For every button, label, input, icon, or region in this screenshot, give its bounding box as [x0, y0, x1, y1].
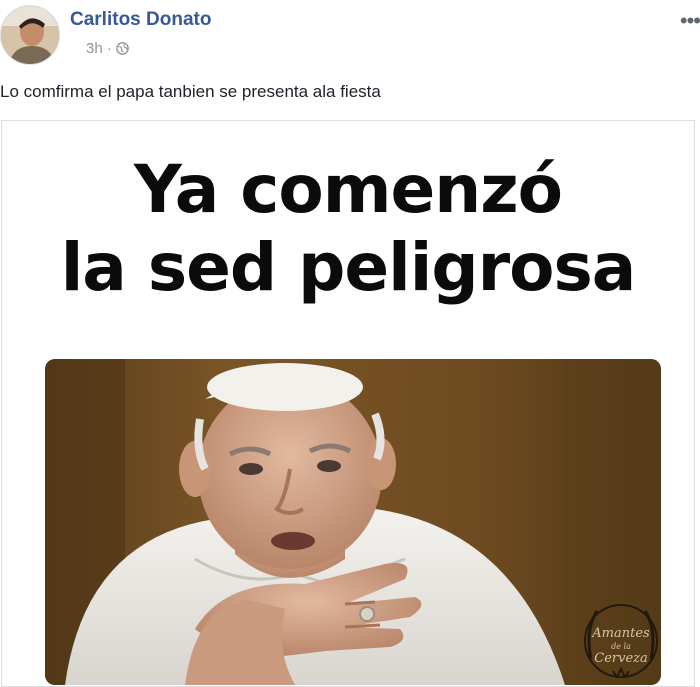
post-meta: 3h · [86, 40, 129, 57]
avatar[interactable] [0, 5, 60, 65]
meme-photo: Amantes de la Cerveza [45, 359, 661, 685]
avatar-photo [1, 6, 59, 64]
svg-text:Cerveza: Cerveza [594, 651, 648, 666]
more-options-icon[interactable]: ••• [680, 8, 700, 34]
post-timestamp[interactable]: 3h [86, 40, 103, 57]
meta-separator: · [106, 40, 112, 57]
post-header: Carlitos Donato 3h · ••• [0, 0, 700, 70]
svg-text:de la: de la [611, 642, 631, 651]
post-media[interactable]: Ya comenzó la sed peligrosa Amantes de l… [1, 120, 695, 687]
post-caption: Lo comfirma el papa tanbien se presenta … [0, 82, 381, 101]
meme-title-line-1: Ya comenzó [134, 151, 563, 228]
globe-icon[interactable] [115, 42, 129, 55]
meme-photo-illustration: Amantes de la Cerveza [45, 359, 661, 685]
author-name[interactable]: Carlitos Donato [70, 9, 211, 31]
meme-title: Ya comenzó la sed peligrosa [2, 151, 694, 307]
meme-title-line-2: la sed peligrosa [60, 229, 637, 306]
svg-text:Amantes: Amantes [591, 626, 650, 641]
